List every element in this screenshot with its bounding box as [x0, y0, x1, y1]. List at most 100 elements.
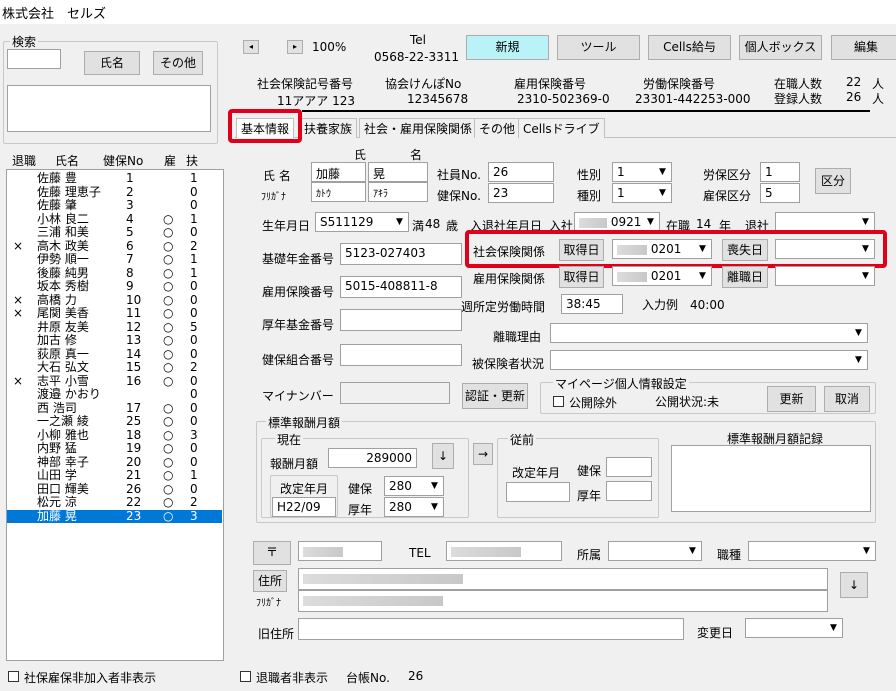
hide-unenrolled-checkbox[interactable]: [8, 671, 19, 682]
list-item[interactable]: 一之瀬 綾 25 ○ 0: [7, 415, 222, 428]
list-item[interactable]: 荻原 真一 14 ○ 0: [7, 347, 222, 361]
list-item[interactable]: 加藤 晃 23 ○ 3: [7, 509, 222, 523]
kenpo-grade-select[interactable]: 280 ▼: [384, 476, 444, 496]
rodo-number-value: 23301-442253-000: [635, 92, 751, 106]
first-name-field[interactable]: 晃: [368, 162, 428, 182]
auth-update-button[interactable]: 認証・更新: [462, 383, 528, 409]
tel-field[interactable]: [446, 541, 562, 561]
type-select[interactable]: 1 ▼: [612, 183, 672, 203]
list-item[interactable]: 神部 幸子 20 ○ 0: [7, 455, 222, 469]
address-field[interactable]: [298, 568, 828, 590]
rodo-kubun-field[interactable]: 1: [760, 162, 800, 182]
hours-field[interactable]: 38:45: [561, 294, 623, 314]
dept-select[interactable]: ▼: [608, 541, 702, 561]
zoom-left-button[interactable]: ◂: [243, 40, 259, 54]
leave-button[interactable]: 離職日: [722, 266, 768, 288]
status-select[interactable]: ▼: [550, 350, 868, 370]
list-item[interactable]: 佐藤 理恵子 2 0: [7, 185, 222, 199]
old-address-field[interactable]: [298, 618, 684, 640]
search-input[interactable]: [7, 49, 61, 69]
list-item[interactable]: 佐藤 豊 1 1: [7, 172, 222, 185]
birth-select[interactable]: S511129 ▼: [315, 212, 409, 232]
list-item[interactable]: 大石 弘文 15 ○ 2: [7, 361, 222, 374]
zoom-right-button[interactable]: ▸: [287, 40, 303, 54]
employ-mark: ○: [163, 265, 174, 280]
tool-button[interactable]: ツール: [557, 35, 640, 60]
address-down-button[interactable]: ↓: [840, 572, 868, 598]
gender-select[interactable]: 1 ▼: [612, 162, 672, 182]
kousei-field[interactable]: [340, 309, 462, 331]
edit-button[interactable]: 編集: [831, 35, 896, 60]
record-list[interactable]: [671, 445, 871, 512]
new-button[interactable]: 新規: [466, 35, 549, 60]
prev-kounen-field[interactable]: [606, 481, 652, 501]
koyo-get-button[interactable]: 取得日: [559, 266, 604, 288]
list-item[interactable]: × 尾関 美香 11 ○ 0: [7, 307, 222, 320]
mypage-update-button[interactable]: 更新: [767, 386, 816, 412]
copy-to-prev-button[interactable]: →: [473, 443, 493, 465]
kumiai-field[interactable]: [340, 344, 462, 366]
list-item[interactable]: × 志平 小雪 16 ○ 0: [7, 374, 222, 388]
address-kana-field[interactable]: [298, 590, 828, 612]
emp-no-field[interactable]: 26: [488, 162, 554, 182]
public-exclude-checkbox[interactable]: [553, 396, 564, 407]
retire-date-select[interactable]: ▼: [775, 212, 875, 232]
first-kana-field[interactable]: ｱｷﾗ: [368, 182, 428, 202]
list-item[interactable]: 松元 涼 22 ○ 2: [7, 496, 222, 509]
revised-field[interactable]: H22/09: [272, 497, 336, 517]
rishoku-select[interactable]: ▼: [550, 323, 868, 343]
list-item[interactable]: 三浦 和美 5 ○ 0: [7, 226, 222, 239]
tab-other[interactable]: その他: [474, 118, 521, 138]
kounen-grade-select[interactable]: 280 ▼: [384, 497, 444, 517]
search-result-box[interactable]: [7, 85, 211, 132]
prev-kenpo-field[interactable]: [606, 457, 652, 477]
list-item[interactable]: 加古 修 13 ○ 0: [7, 334, 222, 347]
koyo-kubun-field[interactable]: 5: [760, 183, 800, 203]
mypage-cancel-button[interactable]: 取消: [824, 386, 870, 412]
koyo-date-select[interactable]: 0201 ▼: [612, 266, 712, 286]
list-item[interactable]: 渡邉 かおり 0: [7, 388, 222, 401]
list-item[interactable]: 後藤 純男 8 ○ 1: [7, 265, 222, 280]
pension-field[interactable]: 5123-027403: [340, 243, 462, 265]
last-kana-field[interactable]: ｶﾄｳ: [311, 182, 366, 202]
kubun-button[interactable]: 区分: [815, 168, 851, 194]
leave-date-select[interactable]: ▼: [775, 266, 875, 286]
list-item[interactable]: × 高橋 力 10 ○ 0: [7, 293, 222, 307]
koyo-field[interactable]: 5015-408811-8: [340, 276, 462, 298]
list-item[interactable]: 西 浩司 17 ○ 0: [7, 401, 222, 415]
list-item[interactable]: 小林 良二 4 ○ 1: [7, 212, 222, 226]
list-item[interactable]: 山田 学 21 ○ 1: [7, 469, 222, 482]
postal-button[interactable]: 〒: [253, 541, 291, 565]
change-date-select[interactable]: ▼: [745, 618, 843, 638]
search-other-button[interactable]: その他: [153, 51, 203, 75]
list-item[interactable]: 坂本 秀樹 9 ○ 0: [7, 280, 222, 293]
tab-insurance[interactable]: 社会・雇用保険関係: [359, 118, 478, 138]
toroku-value: 26: [846, 90, 862, 104]
hide-retired-checkbox[interactable]: [240, 671, 251, 682]
personal-box-button[interactable]: 個人ボックス: [739, 35, 822, 60]
list-item[interactable]: 佐藤 肇 3 0: [7, 199, 222, 212]
list-item[interactable]: 井原 友美 12 ○ 5: [7, 320, 222, 334]
last-name-field[interactable]: 加藤: [311, 162, 366, 182]
monthly-field[interactable]: 289000: [328, 448, 417, 468]
address-button[interactable]: 住所: [253, 570, 287, 592]
monthly-down-button[interactable]: ↓: [432, 443, 454, 469]
tab-dependents[interactable]: 扶養家族: [299, 118, 358, 138]
list-item[interactable]: × 高木 政美 6 ○ 2: [7, 239, 222, 253]
cells-pay-button[interactable]: Cells給与: [648, 35, 731, 60]
employee-list[interactable]: 佐藤 豊 1 1 佐藤 理恵子 2 0 佐藤 肇 3 0 小林 良二 4 ○ 1 三浦 和美 5 ○ 0 × 高木 …: [6, 169, 224, 661]
mynumber-field[interactable]: [340, 382, 450, 404]
list-item[interactable]: 伊勢 順一 7 ○ 1: [7, 253, 222, 266]
employee-name: 伊勢 順一: [37, 252, 89, 266]
list-item[interactable]: 田口 輝美 26 ○ 0: [7, 481, 222, 496]
job-select[interactable]: ▼: [748, 541, 876, 561]
tab-cells-drive[interactable]: Cellsドライブ: [518, 118, 605, 138]
join-date-select[interactable]: 0921 ▼: [574, 212, 660, 232]
postal-field[interactable]: [298, 541, 382, 561]
employ-mark: ○: [163, 481, 174, 496]
search-name-button[interactable]: 氏名: [84, 51, 140, 75]
list-item[interactable]: 内野 猛 19 ○ 0: [7, 442, 222, 455]
list-item[interactable]: 小柳 雅也 18 ○ 3: [7, 428, 222, 442]
kenpo-no-field[interactable]: 23: [488, 183, 554, 203]
prev-revised-field[interactable]: [506, 482, 570, 502]
